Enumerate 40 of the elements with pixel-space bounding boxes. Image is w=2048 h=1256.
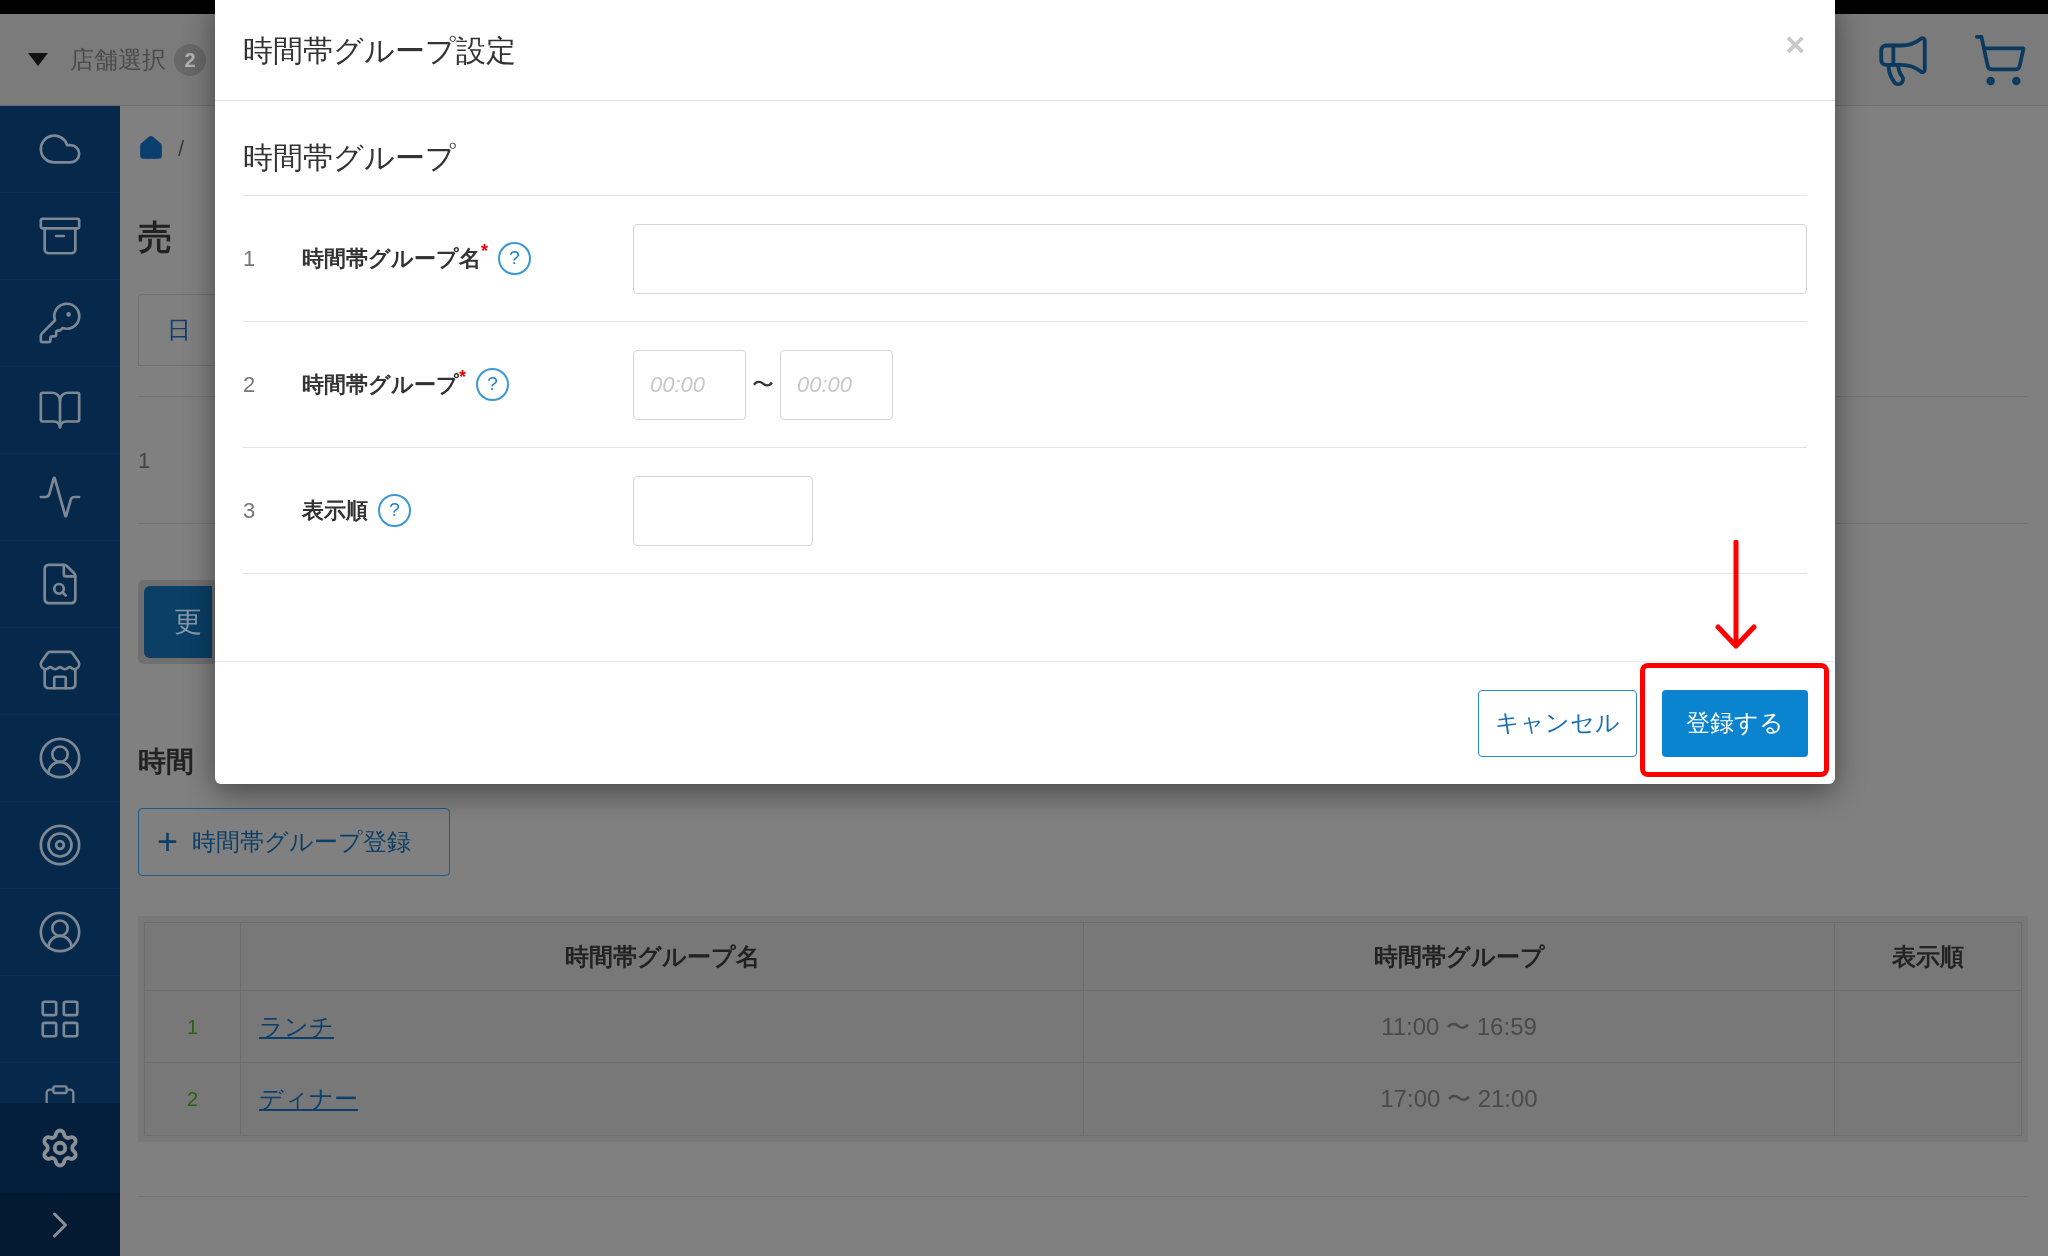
help-icon[interactable]: ? — [498, 242, 531, 275]
row-number-cell: 2 — [145, 1063, 241, 1135]
help-icon[interactable]: ? — [378, 494, 411, 527]
column-header: 表示順 — [1835, 923, 2021, 991]
section-heading: 時間 — [138, 748, 194, 776]
dropdown-caret-icon[interactable] — [28, 53, 48, 66]
text-input-field[interactable] — [633, 223, 1807, 294]
field-label: 時間帯グループ名 — [302, 245, 481, 273]
column-header: 時間帯グループ — [1084, 923, 1835, 991]
settings-icon[interactable] — [39, 1127, 81, 1169]
row-number: 1 — [243, 245, 257, 273]
help-icon[interactable]: ? — [476, 368, 509, 401]
user-circle-icon[interactable] — [37, 735, 83, 781]
breadcrumb-separator: / — [178, 134, 185, 163]
section-title: 時間帯グループ — [243, 143, 457, 173]
modal-title: 時間帯グループ設定 — [243, 32, 516, 69]
home-icon[interactable] — [138, 135, 164, 161]
field-label: 時間帯グループ — [302, 371, 459, 399]
group-name-link[interactable]: ランチ — [259, 1008, 334, 1045]
range-separator: 〜 — [752, 371, 774, 399]
row-number-cell: 1 — [145, 991, 241, 1063]
update-button[interactable]: 更 — [144, 586, 212, 658]
group-name-link[interactable]: ディナー — [259, 1081, 358, 1117]
line-graph-icon[interactable] — [37, 474, 83, 520]
store-count-badge: 2 — [174, 43, 206, 76]
cancel-button[interactable]: キャンセル — [1478, 689, 1637, 757]
target-icon[interactable] — [37, 822, 83, 868]
required-mark: * — [459, 366, 466, 387]
add-time-group-button[interactable]: + 時間帯グループ登録 — [138, 808, 450, 876]
key-icon[interactable] — [37, 300, 83, 346]
field-label: 表示順 — [302, 497, 368, 525]
page-title: 売 — [138, 220, 172, 254]
user-circle-icon[interactable] — [37, 909, 83, 955]
row-number: 2 — [243, 371, 257, 399]
register-button[interactable]: 登録する — [1662, 689, 1808, 757]
column-header: 時間帯グループ名 — [241, 923, 1084, 991]
display-order-field[interactable] — [633, 475, 813, 546]
required-mark: * — [481, 240, 488, 263]
row-number: 3 — [243, 497, 257, 525]
row-number: 1 — [138, 446, 151, 475]
